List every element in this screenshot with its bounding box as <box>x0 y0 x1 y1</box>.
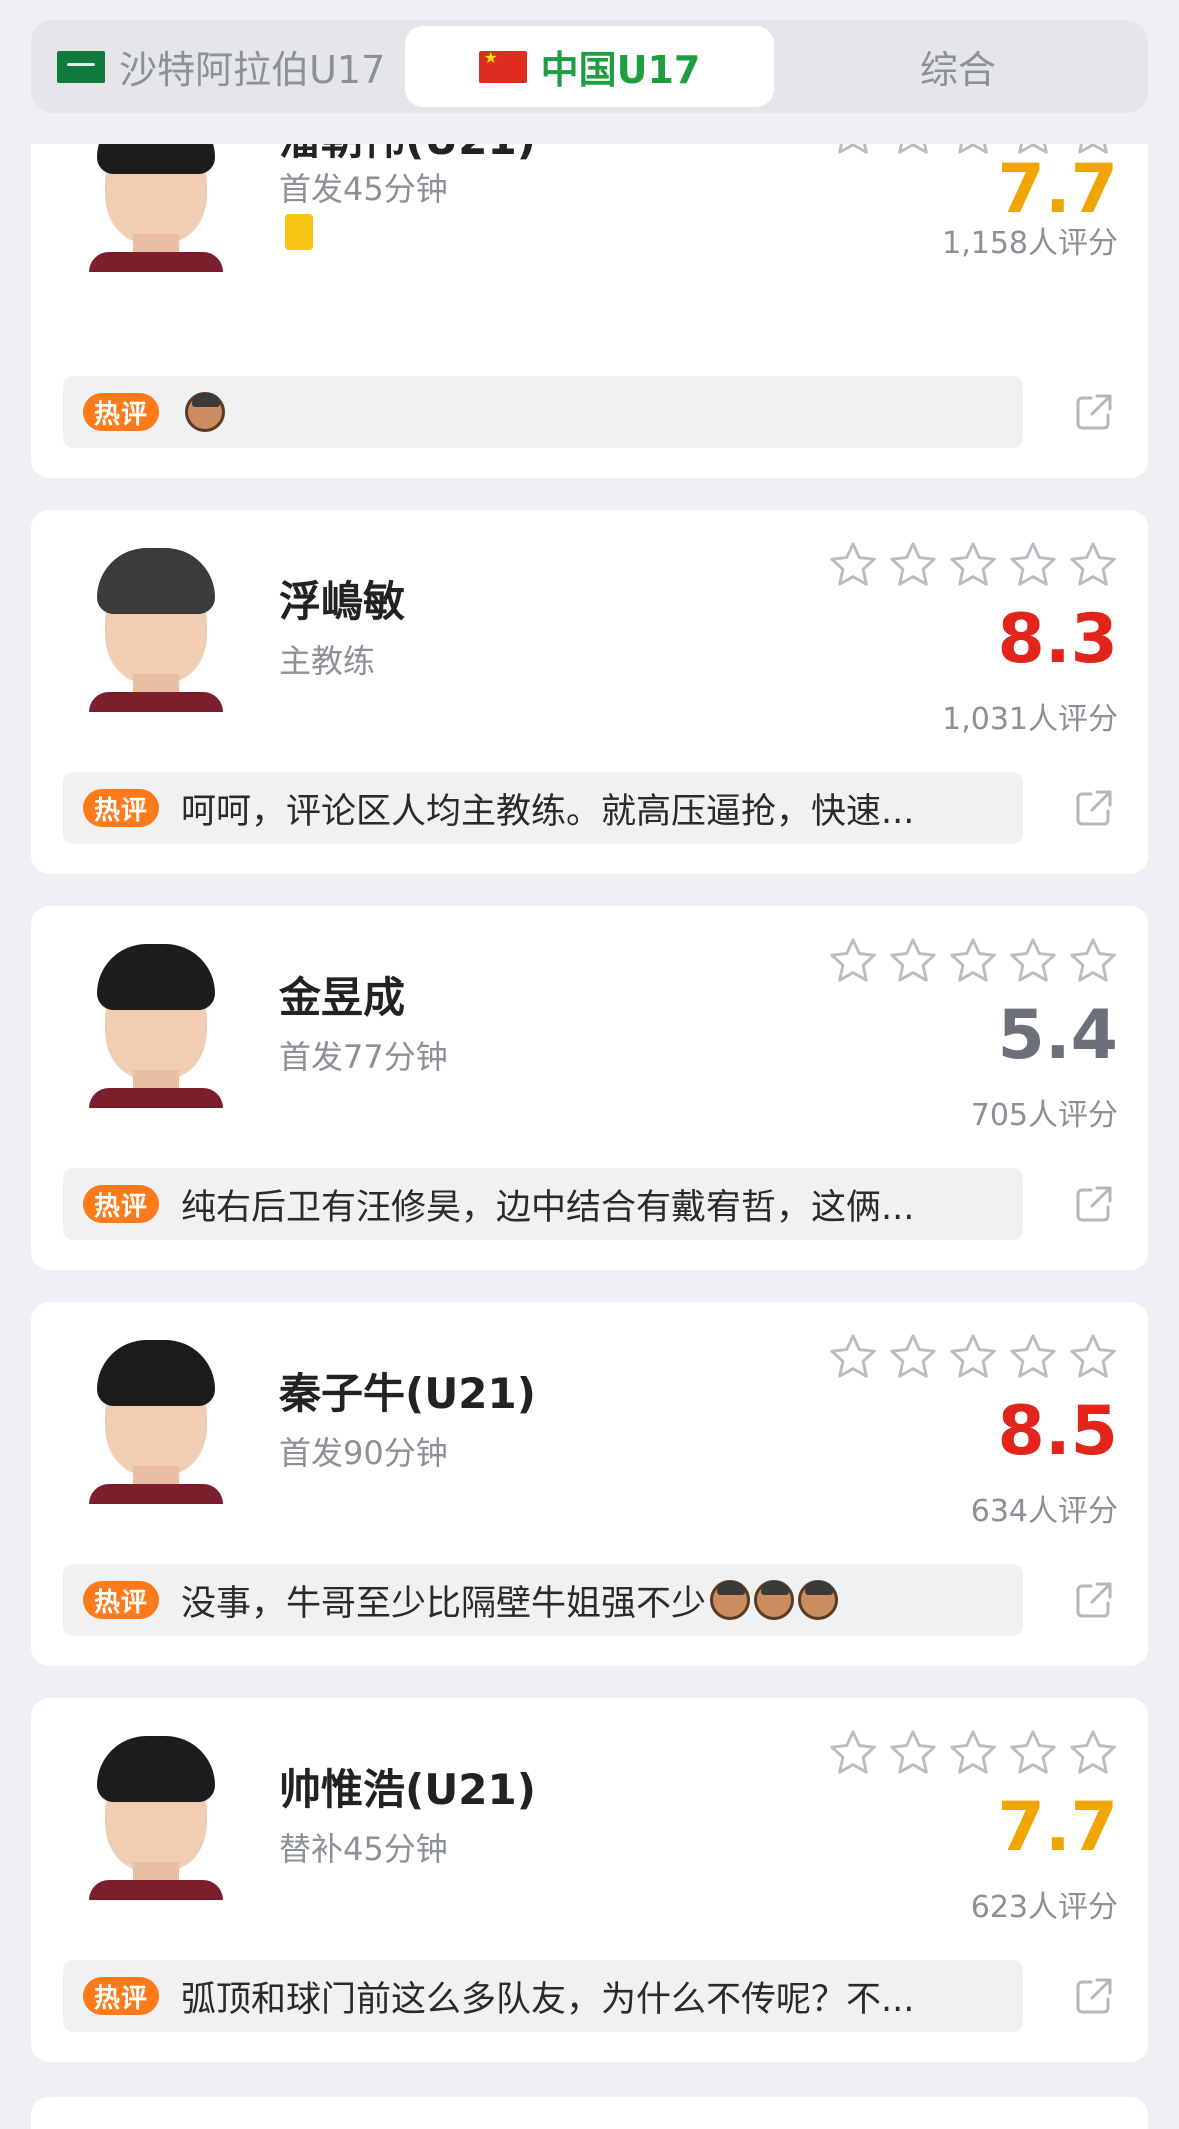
player-name: 浮嶋敏 <box>279 577 406 626</box>
rating-count: 634人评分 <box>970 1494 1118 1529</box>
share-icon[interactable] <box>1068 1970 1120 2022</box>
star-icon[interactable] <box>886 1726 940 1780</box>
hot-comment[interactable]: 热评 弧顶和球门前这么多队友，为什么不传呢？不... <box>63 1960 1023 2032</box>
player-name: 帅惟浩(U21) <box>279 1765 536 1814</box>
share-icon[interactable] <box>1068 782 1120 834</box>
player-card[interactable]: 浮嶋敏主教练 8.3 1,031人评分热评 呵呵，评论区人均主教练。就高压逼抢，快速.… <box>31 510 1148 874</box>
hot-comment[interactable]: 热评 呵呵，评论区人均主教练。就高压逼抢，快速... <box>63 772 1023 844</box>
star-icon[interactable] <box>1066 538 1120 592</box>
player-avatar <box>81 542 231 712</box>
share-icon[interactable] <box>1068 1574 1120 1626</box>
meme-emoji-icon <box>754 1580 795 1620</box>
meme-emoji-icon <box>798 1580 839 1620</box>
rating-stars[interactable] <box>826 538 1120 592</box>
tab-label: 中国U17 <box>540 48 701 92</box>
player-card[interactable]: 潘朝伟(U21)首发45分钟7.71,158人评分热评 <box>31 106 1148 478</box>
player-detail: 首发90分钟 <box>279 1434 448 1472</box>
star-icon[interactable] <box>826 1330 880 1384</box>
tab-label: 综合 <box>919 48 996 92</box>
star-icon[interactable] <box>1066 934 1120 988</box>
player-avatar <box>81 1334 231 1504</box>
hot-comment-badge: 热评 <box>83 393 159 431</box>
star-icon[interactable] <box>1006 1330 1060 1384</box>
saudi-flag-icon <box>57 50 106 83</box>
hot-comment[interactable]: 热评 纯右后卫有汪修昊，边中结合有戴宥哲，这俩... <box>63 1168 1023 1240</box>
hot-comment-badge: 热评 <box>83 789 159 827</box>
star-icon[interactable] <box>946 1330 1000 1384</box>
rating-stars[interactable] <box>826 934 1120 988</box>
hot-comment-badge: 热评 <box>83 1581 159 1619</box>
hot-comment-text: 弧顶和球门前这么多队友，为什么不传呢？不... <box>181 1979 915 2020</box>
rating-count: 623人评分 <box>970 1890 1118 1925</box>
hot-comment[interactable]: 热评 没事，牛哥至少比隔壁牛姐强不少 <box>63 1564 1023 1636</box>
player-score: 5.4 <box>997 996 1118 1075</box>
share-icon[interactable] <box>1068 1178 1120 1230</box>
player-name: 金昱成 <box>279 973 406 1022</box>
tab-overall[interactable]: 综合 <box>774 26 1142 107</box>
star-icon[interactable] <box>826 934 880 988</box>
star-icon[interactable] <box>886 1330 940 1384</box>
hot-comment-badge: 热评 <box>83 1977 159 2015</box>
star-icon[interactable] <box>1006 934 1060 988</box>
hot-comment[interactable]: 热评 <box>63 376 1023 448</box>
tab-saudi-u17[interactable]: 沙特阿拉伯U17 <box>37 26 405 107</box>
star-icon[interactable] <box>1066 1726 1120 1780</box>
star-icon[interactable] <box>946 934 1000 988</box>
player-detail: 主教练 <box>279 642 376 680</box>
player-card[interactable]: 金昱成首发77分钟 5.4 705人评分热评 纯右后卫有汪修昊，边中结合有戴宥哲，这俩… <box>31 906 1148 1270</box>
player-detail: 首发45分钟 <box>279 170 448 208</box>
star-icon[interactable] <box>1006 538 1060 592</box>
player-card[interactable]: 帅惟浩(U21) 替补45分钟 7.7 623人评分热评 弧顶和球门前这么多队友，为什么… <box>31 1698 1148 2062</box>
star-icon[interactable] <box>946 1726 1000 1780</box>
hot-comment-badge: 热评 <box>83 1185 159 1223</box>
player-avatar <box>81 938 231 1108</box>
rating-count: 1,158人评分 <box>942 226 1118 261</box>
team-tab-bar: 沙特阿拉伯U17 中国U17 综合 <box>31 20 1148 113</box>
player-name: 秦子牛(U21) <box>279 1369 536 1418</box>
rating-stars[interactable] <box>826 1330 1120 1384</box>
team-tab-bar-container: 沙特阿拉伯U17 中国U17 综合 <box>0 0 1179 144</box>
player-detail: 替补45分钟 <box>279 1830 448 1868</box>
star-icon[interactable] <box>886 934 940 988</box>
yellow-card-icon <box>285 214 313 250</box>
hot-comment-text: 没事，牛哥至少比隔壁牛姐强不少 <box>181 1583 707 1624</box>
rating-count: 1,031人评分 <box>942 702 1118 737</box>
player-score: 7.7 <box>997 1788 1118 1867</box>
tab-label: 沙特阿拉伯U17 <box>119 48 386 92</box>
player-card[interactable]: 秦子牛(U21) 首发90分钟 8.5 634人评分热评 没事，牛哥至少比隔壁牛姐强不少 <box>31 1302 1148 1666</box>
china-flag-icon <box>478 48 527 83</box>
star-icon[interactable] <box>946 538 1000 592</box>
star-icon[interactable] <box>1006 1726 1060 1780</box>
star-icon[interactable] <box>1066 1330 1120 1384</box>
player-avatar <box>81 1730 231 1900</box>
meme-emoji-icon <box>185 392 225 432</box>
player-score: 8.5 <box>997 1392 1118 1471</box>
player-score: 8.3 <box>997 600 1118 679</box>
hot-comment-text: 纯右后卫有汪修昊，边中结合有戴宥哲，这俩... <box>181 1187 915 1228</box>
share-icon[interactable] <box>1068 386 1120 438</box>
player-detail: 首发77分钟 <box>279 1038 448 1076</box>
tab-china-u17[interactable]: 中国U17 <box>405 26 774 107</box>
rating-stars[interactable] <box>826 1726 1120 1780</box>
player-card-partial[interactable] <box>31 2097 1148 2129</box>
hot-comment-text: 呵呵，评论区人均主教练。就高压逼抢，快速... <box>181 791 915 832</box>
star-icon[interactable] <box>826 1726 880 1780</box>
star-icon[interactable] <box>886 538 940 592</box>
meme-emoji-icon <box>710 1580 751 1620</box>
star-icon[interactable] <box>826 538 880 592</box>
rating-count: 705人评分 <box>970 1098 1118 1133</box>
